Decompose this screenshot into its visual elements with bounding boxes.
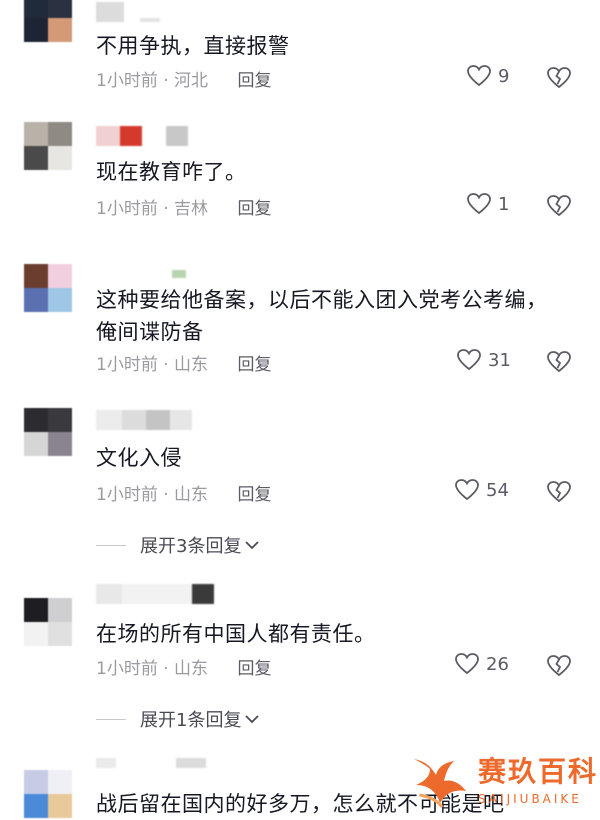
heart-outline-icon — [455, 479, 479, 501]
like-count: 9 — [498, 65, 510, 87]
username-redacted[interactable] — [96, 264, 186, 284]
username-redacted[interactable] — [96, 2, 160, 22]
dislike-button[interactable] — [546, 350, 572, 378]
meta-separator: · — [157, 71, 175, 91]
avatar[interactable] — [24, 598, 72, 646]
comment-location: 山东 — [174, 485, 209, 505]
comment-text: 现在教育咋了。 — [96, 160, 247, 184]
broken-heart-icon — [547, 195, 571, 217]
heart-outline-icon — [467, 65, 491, 87]
like-count: 54 — [486, 479, 509, 501]
like-count: 1 — [498, 193, 510, 215]
dislike-button[interactable] — [546, 480, 572, 508]
comment-time: 1小时前 — [96, 485, 158, 505]
heart-outline-icon — [467, 193, 491, 215]
watermark-logo: 赛玖百科 SAIJIUBAIKE — [408, 740, 600, 816]
watermark-text: 赛玖百科 SAIJIUBAIKE — [478, 750, 598, 806]
comment-time: 1小时前 — [96, 355, 158, 375]
like-count: 26 — [486, 653, 509, 675]
avatar[interactable] — [24, 770, 72, 818]
avatar[interactable] — [24, 0, 72, 42]
expand-replies-button[interactable]: 展开3条回复 — [96, 532, 261, 558]
dislike-button[interactable] — [546, 654, 572, 682]
like-button[interactable]: 1 — [466, 192, 509, 216]
dislike-button[interactable] — [546, 194, 572, 222]
comment-text: 文化入侵 — [96, 446, 182, 470]
expand-divider — [96, 718, 126, 720]
comment-meta: 1小时前 · 吉林 回复 — [96, 194, 271, 219]
comment-text: 这种要给他备案，以后不能入团入党考公考编，俺间谍防备 — [96, 288, 548, 344]
username-redacted[interactable] — [96, 410, 192, 430]
meta-separator: · — [157, 355, 175, 375]
comment-meta: 1小时前 · 山东 回复 — [96, 480, 271, 505]
comment-time: 1小时前 — [96, 659, 158, 679]
reply-button[interactable]: 回复 — [237, 199, 271, 219]
like-button[interactable]: 9 — [466, 64, 509, 88]
avatar[interactable] — [24, 122, 72, 170]
broken-heart-icon — [547, 67, 571, 89]
comment-meta: 1小时前 · 山东 回复 — [96, 350, 271, 375]
broken-heart-icon — [547, 655, 571, 677]
like-button[interactable]: 26 — [454, 652, 509, 676]
comment-location: 山东 — [174, 355, 209, 375]
like-button[interactable]: 31 — [456, 348, 511, 372]
username-redacted[interactable] — [96, 758, 206, 778]
comment-location: 河北 — [174, 71, 209, 91]
comment-location: 吉林 — [174, 199, 209, 219]
reply-button[interactable]: 回复 — [237, 71, 271, 91]
expand-divider — [96, 544, 126, 546]
expand-replies-label: 展开3条回复 — [140, 536, 242, 557]
watermark-en: SAIJIUBAIKE — [478, 792, 582, 806]
avatar[interactable] — [24, 408, 72, 456]
comment-location: 山东 — [174, 659, 209, 679]
username-redacted[interactable] — [96, 126, 188, 146]
heart-outline-icon — [457, 349, 481, 371]
reply-button[interactable]: 回复 — [237, 485, 271, 505]
dislike-button[interactable] — [546, 66, 572, 94]
comment-text: 在场的所有中国人都有责任。 — [96, 622, 376, 646]
reply-button[interactable]: 回复 — [237, 355, 271, 375]
whale-tail-icon — [414, 759, 466, 808]
comment-time: 1小时前 — [96, 71, 158, 91]
broken-heart-icon — [547, 481, 571, 503]
comment-meta: 1小时前 · 山东 回复 — [96, 654, 271, 679]
meta-separator: · — [157, 485, 175, 505]
meta-separator: · — [157, 659, 175, 679]
watermark-cn: 赛玖百科 — [478, 755, 599, 788]
expand-replies-label: 展开1条回复 — [140, 710, 242, 731]
comment-time: 1小时前 — [96, 199, 158, 219]
username-redacted[interactable] — [96, 584, 214, 604]
reply-button[interactable]: 回复 — [237, 659, 271, 679]
avatar[interactable] — [24, 264, 72, 312]
meta-separator: · — [157, 199, 175, 219]
chevron-down-icon — [245, 541, 260, 550]
like-count: 31 — [488, 349, 511, 371]
like-button[interactable]: 54 — [454, 478, 509, 502]
comment-text: 不用争执，直接报警 — [96, 34, 290, 58]
broken-heart-icon — [547, 351, 571, 373]
heart-outline-icon — [455, 653, 479, 675]
comment-meta: 1小时前 · 河北 回复 — [96, 66, 271, 91]
expand-replies-button[interactable]: 展开1条回复 — [96, 706, 261, 732]
chevron-down-icon — [245, 715, 260, 724]
